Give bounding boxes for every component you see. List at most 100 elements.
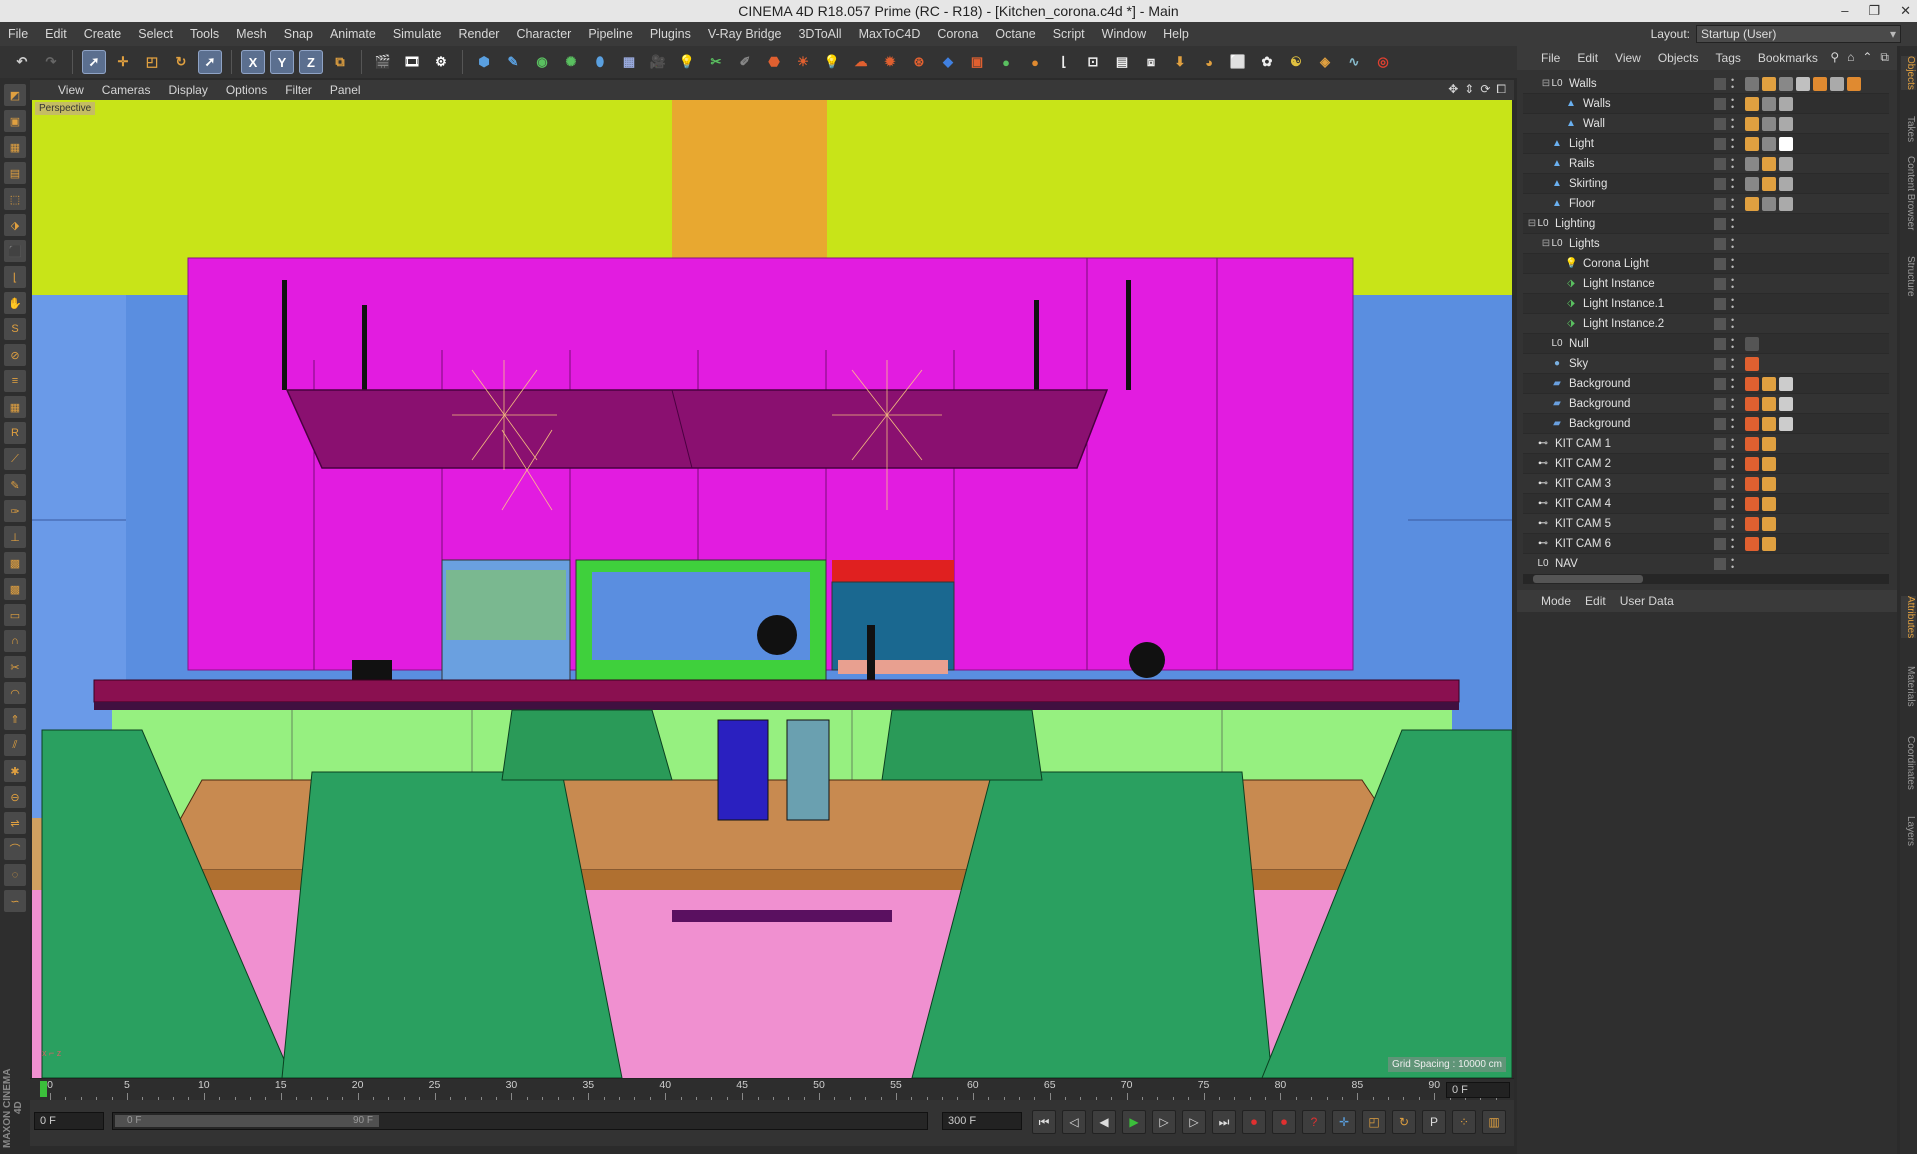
make-editable-icon[interactable]: ◩ xyxy=(4,84,26,106)
maximize-button[interactable]: ❐ xyxy=(1868,0,1880,22)
key-pla-icon[interactable]: ⁘ xyxy=(1452,1110,1476,1134)
menu-edit[interactable]: Edit xyxy=(37,27,76,41)
tag-icon[interactable] xyxy=(1779,117,1793,131)
layer-toggle[interactable] xyxy=(1714,138,1726,150)
tag-icon[interactable] xyxy=(1745,457,1759,471)
tag-icon[interactable] xyxy=(1762,177,1776,191)
menu-create[interactable]: Create xyxy=(76,27,131,41)
object-row[interactable]: ▲ Light • • xyxy=(1523,134,1889,154)
grid-tile-icon[interactable]: ▩ xyxy=(4,552,26,574)
object-name[interactable]: Walls xyxy=(1583,98,1611,110)
object-name[interactable]: Light Instance.2 xyxy=(1583,318,1664,330)
layer-toggle[interactable] xyxy=(1714,198,1726,210)
layer-toggle[interactable] xyxy=(1714,518,1726,530)
scrollbar-thumb[interactable] xyxy=(1533,575,1643,583)
object-row[interactable]: ⊷ KIT CAM 6 • • xyxy=(1523,534,1889,554)
visibility-dots[interactable]: • • xyxy=(1731,496,1737,512)
object-row[interactable]: ⬗ Light Instance.2 • • xyxy=(1523,314,1889,334)
octane-texture-icon[interactable]: ▤ xyxy=(1110,50,1134,74)
visibility-dots[interactable]: • • xyxy=(1731,556,1737,571)
object-row[interactable]: ▰ Background • • xyxy=(1523,394,1889,414)
tab-structure[interactable]: Structure xyxy=(1901,256,1916,297)
visibility-dots[interactable]: • • xyxy=(1731,316,1737,332)
object-row[interactable]: ⊟ L0 Lighting • • xyxy=(1523,214,1889,234)
object-name[interactable]: Background xyxy=(1569,418,1630,430)
menu-help[interactable]: Help xyxy=(1155,27,1198,41)
visibility-dots[interactable]: • • xyxy=(1731,276,1737,292)
ruler-icon[interactable]: ⊥ xyxy=(4,526,26,548)
tag-icon[interactable] xyxy=(1762,417,1776,431)
tab-materials[interactable]: Materials xyxy=(1901,666,1916,707)
visibility-dots[interactable]: • • xyxy=(1731,76,1737,92)
attr-menu-mode[interactable]: Mode xyxy=(1541,594,1571,608)
object-row[interactable]: ● Sky • • xyxy=(1523,354,1889,374)
object-row[interactable]: ⊷ KIT CAM 4 • • xyxy=(1523,494,1889,514)
object-name[interactable]: Lights xyxy=(1569,238,1600,250)
x-axis-lock[interactable]: X xyxy=(241,50,265,74)
menu-vray-bridge[interactable]: V-Ray Bridge xyxy=(700,27,791,41)
auto-key-icon[interactable]: ⏺ xyxy=(1272,1110,1296,1134)
subdivision-icon[interactable]: ◉ xyxy=(530,50,554,74)
object-name[interactable]: Rails xyxy=(1569,158,1595,170)
octane-sphere-icon[interactable]: ● xyxy=(994,50,1018,74)
corona-light-icon[interactable]: 💡 xyxy=(820,50,844,74)
perspective-viewport[interactable]: Perspective Grid Spacing : 10000 cm x ⌐ … xyxy=(32,100,1512,1078)
tab-takes[interactable]: Takes xyxy=(1901,116,1916,142)
expand-toggle[interactable]: ⊟ xyxy=(1527,218,1537,229)
om-menu-edit[interactable]: Edit xyxy=(1577,51,1598,65)
tab-layers[interactable]: Layers xyxy=(1901,816,1916,846)
tag-icon[interactable] xyxy=(1762,477,1776,491)
render-settings-icon[interactable]: ⚙ xyxy=(429,50,453,74)
visibility-dots[interactable]: • • xyxy=(1731,136,1737,152)
rotate-icon[interactable]: ↻ xyxy=(169,50,193,74)
tag-icon[interactable] xyxy=(1745,357,1759,371)
object-row[interactable]: ▰ Background • • xyxy=(1523,414,1889,434)
tag-icon[interactable] xyxy=(1779,137,1793,151)
tag-icon[interactable] xyxy=(1745,517,1759,531)
object-row[interactable]: L0 Null • • xyxy=(1523,334,1889,354)
menu-window[interactable]: Window xyxy=(1094,27,1155,41)
object-row[interactable]: ⬗ Light Instance • • xyxy=(1523,274,1889,294)
model-mode-icon[interactable]: ▣ xyxy=(4,110,26,132)
menu-octane[interactable]: Octane xyxy=(987,27,1044,41)
python-icon[interactable]: ☯ xyxy=(1284,50,1308,74)
object-name[interactable]: Background xyxy=(1569,398,1630,410)
layer-toggle[interactable] xyxy=(1714,118,1726,130)
layer-toggle[interactable] xyxy=(1714,158,1726,170)
frame-range-thumb[interactable]: 0 F 90 F xyxy=(115,1115,379,1127)
previous-frame-icon[interactable]: ◀ xyxy=(1092,1110,1116,1134)
tag-icon[interactable] xyxy=(1762,157,1776,171)
redo-icon[interactable]: ↷ xyxy=(39,50,63,74)
om-menu-bookmarks[interactable]: Bookmarks xyxy=(1758,51,1818,65)
layer-toggle[interactable] xyxy=(1714,358,1726,370)
object-name[interactable]: KIT CAM 1 xyxy=(1555,438,1611,450)
tag-icon[interactable] xyxy=(1745,137,1759,151)
key-scale-icon[interactable]: ◰ xyxy=(1362,1110,1386,1134)
corona-proxy-icon[interactable]: ⊛ xyxy=(907,50,931,74)
tag-icon[interactable] xyxy=(1779,377,1793,391)
tag-icon[interactable] xyxy=(1830,77,1844,91)
menu-pipeline[interactable]: Pipeline xyxy=(580,27,641,41)
attr-menu-user-data[interactable]: User Data xyxy=(1620,594,1674,608)
visibility-dots[interactable]: • • xyxy=(1731,536,1737,552)
recent-tool-icon[interactable]: ➚ xyxy=(198,50,222,74)
visibility-dots[interactable]: • • xyxy=(1731,356,1737,372)
object-name[interactable]: Corona Light xyxy=(1583,258,1649,270)
iron-icon[interactable]: ⌒ xyxy=(4,838,26,860)
tab-content-browser[interactable]: Content Browser xyxy=(1901,156,1916,230)
grid-icon[interactable]: ▦ xyxy=(4,396,26,418)
layer-toggle[interactable] xyxy=(1714,478,1726,490)
frame-range-slider[interactable]: 0 F 90 F xyxy=(112,1112,928,1130)
visibility-dots[interactable]: • • xyxy=(1731,396,1737,412)
magnet-icon[interactable]: ∩ xyxy=(4,630,26,652)
maximize-view-icon[interactable]: ⧠ xyxy=(1496,82,1506,97)
tag-icon[interactable] xyxy=(1745,177,1759,191)
tab-attributes[interactable]: Attributes xyxy=(1901,596,1916,639)
tag-icon[interactable] xyxy=(1745,337,1759,351)
render-region-icon[interactable]: R xyxy=(4,422,26,444)
object-row[interactable]: ⊷ KIT CAM 3 • • xyxy=(1523,474,1889,494)
object-name[interactable]: Walls xyxy=(1569,78,1597,90)
play-icon[interactable]: ▶ xyxy=(1122,1110,1146,1134)
start-frame-field[interactable]: 0 F xyxy=(34,1112,104,1130)
tag-icon[interactable] xyxy=(1796,77,1810,91)
